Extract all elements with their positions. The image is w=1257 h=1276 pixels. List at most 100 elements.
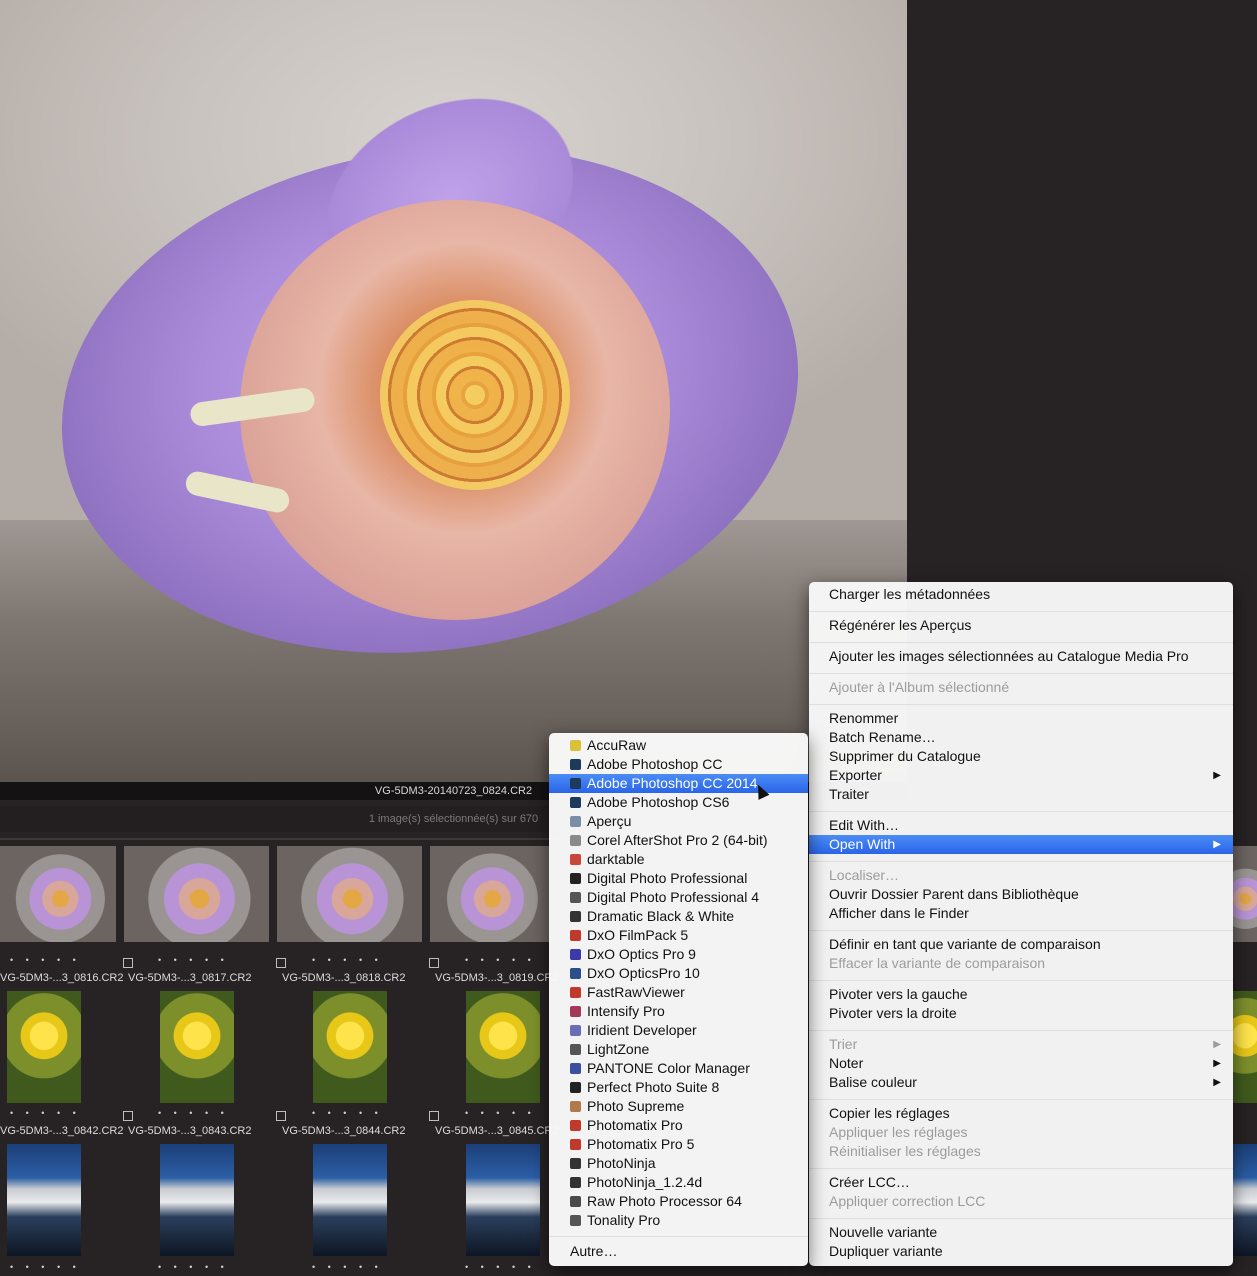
thumbnail-label: VG-5DM3-...3_0845.CR2 bbox=[435, 1125, 559, 1137]
rating-dots[interactable]: • • • • • bbox=[158, 955, 229, 965]
menu-item-app[interactable]: Photo Supreme bbox=[549, 1097, 808, 1116]
menu-item-app[interactable]: Iridient Developer bbox=[549, 1021, 808, 1040]
menu-item-app[interactable]: Digital Photo Professional bbox=[549, 869, 808, 888]
menu-item-trier[interactable]: Trier ▶ bbox=[809, 1035, 1233, 1054]
menu-item-pivoter-gauche[interactable]: Pivoter vers la gauche bbox=[809, 985, 1233, 1004]
thumbnail-checkbox[interactable] bbox=[123, 1111, 133, 1121]
thumbnail[interactable] bbox=[1233, 846, 1257, 942]
thumbnail[interactable] bbox=[1233, 1144, 1257, 1256]
photo-supreme-icon bbox=[570, 1101, 581, 1112]
menu-item-open-with[interactable]: Open With ▶ bbox=[809, 835, 1233, 854]
rating-dots[interactable]: • • • • • bbox=[465, 955, 536, 965]
menu-item-app[interactable]: Perfect Photo Suite 8 bbox=[549, 1078, 808, 1097]
rating-dots[interactable]: • • • • • bbox=[465, 1108, 536, 1118]
thumbnail[interactable] bbox=[160, 991, 234, 1103]
menu-item-app[interactable]: Photomatix Pro bbox=[549, 1116, 808, 1135]
menu-item-app[interactable]: darktable bbox=[549, 850, 808, 869]
preview-icon bbox=[570, 816, 581, 827]
menu-item-app[interactable]: Tonality Pro bbox=[549, 1211, 808, 1230]
thumbnail[interactable] bbox=[277, 846, 422, 942]
menu-item-app[interactable]: FastRawViewer bbox=[549, 983, 808, 1002]
thumbnail[interactable] bbox=[313, 991, 387, 1103]
thumbnail[interactable] bbox=[0, 846, 116, 942]
thumbnail-checkbox[interactable] bbox=[429, 1111, 439, 1121]
thumbnail[interactable] bbox=[313, 1144, 387, 1256]
menu-item-charger-metadonnees[interactable]: Charger les métadonnées bbox=[809, 585, 1233, 604]
thumbnail-checkbox[interactable] bbox=[276, 1111, 286, 1121]
fastrawviewer-icon bbox=[570, 987, 581, 998]
menu-separator bbox=[549, 1236, 808, 1237]
thumbnail-checkbox[interactable] bbox=[429, 958, 439, 968]
menu-item-app[interactable]: Aperçu bbox=[549, 812, 808, 831]
menu-item-ouvrir-dossier-parent[interactable]: Ouvrir Dossier Parent dans Bibliothèque bbox=[809, 885, 1233, 904]
menu-item-app[interactable]: DxO OpticsPro 10 bbox=[549, 964, 808, 983]
menu-item-batch-rename[interactable]: Batch Rename… bbox=[809, 728, 1233, 747]
menu-item-ajouter-album[interactable]: Ajouter à l'Album sélectionné bbox=[809, 678, 1233, 697]
menu-item-app[interactable]: Photomatix Pro 5 bbox=[549, 1135, 808, 1154]
menu-item-noter[interactable]: Noter ▶ bbox=[809, 1054, 1233, 1073]
rating-dots[interactable]: • • • • • bbox=[10, 955, 81, 965]
rating-dots[interactable]: • • • • • bbox=[312, 955, 383, 965]
rating-dots[interactable]: • • • • • bbox=[10, 1108, 81, 1118]
menu-item-app[interactable]: Corel AfterShot Pro 2 (64-bit) bbox=[549, 831, 808, 850]
menu-item-app[interactable]: DxO FilmPack 5 bbox=[549, 926, 808, 945]
menu-item-ajouter-catalogue[interactable]: Ajouter les images sélectionnées au Cata… bbox=[809, 647, 1233, 666]
thumbnail[interactable] bbox=[7, 1144, 81, 1256]
menu-item-effacer-variante[interactable]: Effacer la variante de comparaison bbox=[809, 954, 1233, 973]
thumbnail-checkbox[interactable] bbox=[276, 958, 286, 968]
menu-item-pivoter-droite[interactable]: Pivoter vers la droite bbox=[809, 1004, 1233, 1023]
rating-dots[interactable]: • • • • • bbox=[465, 1262, 536, 1272]
menu-item-edit-with[interactable]: Edit With… bbox=[809, 816, 1233, 835]
menu-item-appliquer-reglages[interactable]: Appliquer les réglages bbox=[809, 1123, 1233, 1142]
menu-item-app[interactable]: Adobe Photoshop CS6 bbox=[549, 793, 808, 812]
menu-item-exporter[interactable]: Exporter ▶ bbox=[809, 766, 1233, 785]
menu-item-app[interactable]: LightZone bbox=[549, 1040, 808, 1059]
menu-item-app[interactable]: PhotoNinja bbox=[549, 1154, 808, 1173]
menu-item-app[interactable]: AccuRaw bbox=[549, 736, 808, 755]
menu-item-reinitialiser-reglages[interactable]: Réinitialiser les réglages bbox=[809, 1142, 1233, 1161]
menu-item-supprimer-catalogue[interactable]: Supprimer du Catalogue bbox=[809, 747, 1233, 766]
pantone-icon bbox=[570, 1063, 581, 1074]
image-preview[interactable] bbox=[0, 0, 907, 782]
thumbnail[interactable] bbox=[430, 846, 550, 942]
thumbnail-checkbox[interactable] bbox=[123, 958, 133, 968]
thumbnail[interactable] bbox=[466, 1144, 540, 1256]
menu-item-app[interactable]: DxO Optics Pro 9 bbox=[549, 945, 808, 964]
thumbnail[interactable] bbox=[7, 991, 81, 1103]
right-panel bbox=[907, 0, 1257, 582]
thumbnail[interactable] bbox=[160, 1144, 234, 1256]
menu-item-app[interactable]: Raw Photo Processor 64 bbox=[549, 1192, 808, 1211]
thumbnail-label: VG-5DM3-...3_0819.CR2 bbox=[435, 972, 559, 984]
rating-dots[interactable]: • • • • • bbox=[10, 1262, 81, 1272]
dxo-icon bbox=[570, 949, 581, 960]
rating-dots[interactable]: • • • • • bbox=[312, 1262, 383, 1272]
thumbnail[interactable] bbox=[466, 991, 540, 1103]
rating-dots[interactable]: • • • • • bbox=[158, 1262, 229, 1272]
menu-separator bbox=[809, 673, 1233, 674]
rating-dots[interactable]: • • • • • bbox=[312, 1108, 383, 1118]
menu-item-traiter[interactable]: Traiter bbox=[809, 785, 1233, 804]
menu-item-definir-variante[interactable]: Définir en tant que variante de comparai… bbox=[809, 935, 1233, 954]
menu-item-app[interactable]: Dramatic Black & White bbox=[549, 907, 808, 926]
rating-dots[interactable]: • • • • • bbox=[158, 1108, 229, 1118]
menu-item-app[interactable]: PANTONE Color Manager bbox=[549, 1059, 808, 1078]
menu-item-nouvelle-variante[interactable]: Nouvelle variante bbox=[809, 1223, 1233, 1242]
photoshop-icon bbox=[570, 797, 581, 808]
menu-item-app[interactable]: Intensify Pro bbox=[549, 1002, 808, 1021]
menu-item-autre[interactable]: Autre… bbox=[549, 1242, 808, 1261]
thumbnail[interactable] bbox=[1233, 991, 1257, 1103]
menu-item-appliquer-lcc[interactable]: Appliquer correction LCC bbox=[809, 1192, 1233, 1211]
menu-item-copier-reglages[interactable]: Copier les réglages bbox=[809, 1104, 1233, 1123]
menu-item-localiser[interactable]: Localiser… bbox=[809, 866, 1233, 885]
menu-item-app[interactable]: Adobe Photoshop CC 2014 bbox=[549, 774, 808, 793]
menu-item-renommer[interactable]: Renommer bbox=[809, 709, 1233, 728]
menu-item-app[interactable]: Adobe Photoshop CC bbox=[549, 755, 808, 774]
menu-item-app[interactable]: Digital Photo Professional 4 bbox=[549, 888, 808, 907]
menu-item-regenerer-apercus[interactable]: Régénérer les Aperçus bbox=[809, 616, 1233, 635]
menu-item-afficher-finder[interactable]: Afficher dans le Finder bbox=[809, 904, 1233, 923]
menu-item-dupliquer-variante[interactable]: Dupliquer variante bbox=[809, 1242, 1233, 1261]
menu-item-app[interactable]: PhotoNinja_1.2.4d bbox=[549, 1173, 808, 1192]
menu-item-creer-lcc[interactable]: Créer LCC… bbox=[809, 1173, 1233, 1192]
menu-item-balise-couleur[interactable]: Balise couleur ▶ bbox=[809, 1073, 1233, 1092]
thumbnail[interactable] bbox=[124, 846, 269, 942]
